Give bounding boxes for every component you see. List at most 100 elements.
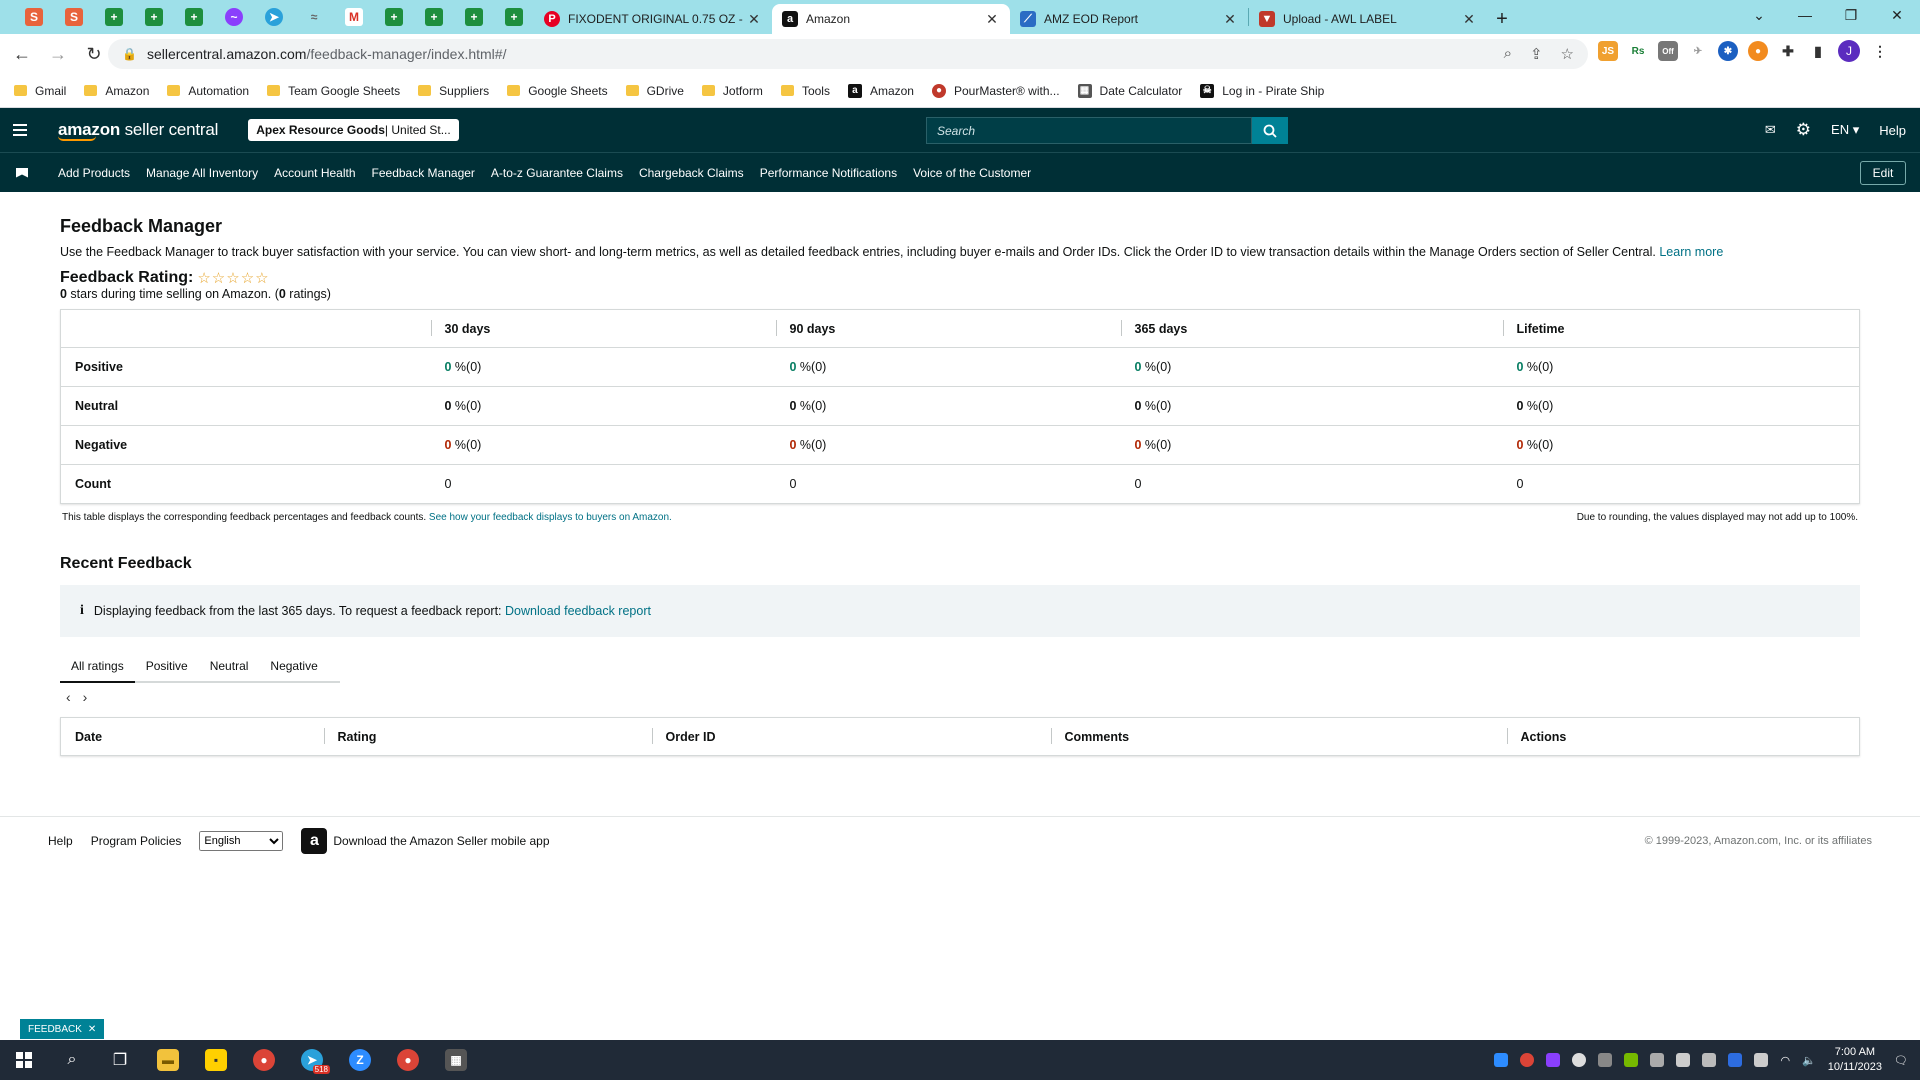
gear-icon[interactable]: ⚙ [1796, 120, 1811, 140]
nvidia-icon[interactable] [1624, 1053, 1639, 1067]
windows-start-icon[interactable] [0, 1040, 48, 1080]
pinned-tab-sheets-3[interactable]: + [174, 0, 214, 34]
side-panel-icon[interactable]: ▮ [1808, 41, 1828, 61]
bookmark-folder[interactable]: Suppliers [418, 84, 489, 98]
minimize-icon[interactable]: — [1782, 0, 1828, 30]
bluetooth-tray-icon[interactable] [1728, 1053, 1743, 1067]
nav-link-add-products[interactable]: Add Products [58, 166, 130, 180]
close-tab-icon[interactable]: ✕ [746, 11, 762, 28]
address-bar[interactable]: 🔒 sellercentral.amazon.com/feedback-mana… [108, 39, 1588, 69]
feedback-display-link[interactable]: See how your feedback displays to buyers… [429, 512, 672, 523]
new-tab-button[interactable]: + [1487, 4, 1517, 34]
bookmark-link[interactable]: ● PourMaster® with... [931, 83, 1060, 98]
feedback-widget-button[interactable]: FEEDBACK ✕ [20, 1019, 105, 1039]
close-window-icon[interactable]: ✕ [1874, 0, 1920, 30]
pinned-tab-telegram[interactable]: ➤ [254, 0, 294, 34]
bookmark-link[interactable]: a Amazon [847, 83, 914, 98]
language-selector[interactable]: EN ▾ [1831, 122, 1859, 138]
program-policies-link[interactable]: Program Policies [91, 834, 182, 848]
pinned-tab-messenger[interactable]: ~ [214, 0, 254, 34]
hamburger-menu-icon[interactable] [0, 124, 40, 136]
chrome-icon[interactable]: ● [240, 1040, 288, 1080]
language-select[interactable]: English [199, 830, 284, 851]
microphone-icon[interactable] [1676, 1053, 1691, 1067]
edit-nav-button[interactable]: Edit [1860, 161, 1906, 185]
nav-link-voice-of-customer[interactable]: Voice of the Customer [913, 166, 1031, 180]
rs-extension-icon[interactable]: Rs [1628, 41, 1648, 61]
flight-extension-icon[interactable]: ✈ [1688, 41, 1708, 61]
nav-link-a-to-z-claims[interactable]: A-to-z Guarantee Claims [491, 166, 623, 180]
battery-icon[interactable] [1754, 1053, 1769, 1067]
nav-link-account-health[interactable]: Account Health [274, 166, 355, 180]
bookmark-folder[interactable]: Amazon [84, 84, 149, 98]
nav-link-manage-inventory[interactable]: Manage All Inventory [146, 166, 258, 180]
orange-extension-icon[interactable]: ● [1748, 41, 1768, 61]
browser-tab[interactable]: P FIXODENT ORIGINAL 0.75 OZ - ✕ [534, 4, 772, 34]
bookmark-folder[interactable]: Jotform [701, 84, 763, 98]
close-tab-icon[interactable]: ✕ [984, 11, 1000, 28]
volume-icon[interactable]: 🔈 [1802, 1054, 1816, 1067]
bookmark-link[interactable]: ▦ Date Calculator [1077, 83, 1182, 98]
usb-tray-icon[interactable] [1650, 1053, 1665, 1067]
close-tab-icon[interactable]: ✕ [1222, 11, 1238, 28]
task-view-icon[interactable]: ❐ [96, 1040, 144, 1080]
forward-icon[interactable]: → [44, 40, 72, 68]
notifications-icon[interactable]: 🗨 [1894, 1054, 1908, 1067]
nav-link-feedback-manager[interactable]: Feedback Manager [372, 166, 475, 180]
off-extension-icon[interactable]: Off [1658, 41, 1678, 61]
bookmark-star-icon[interactable]: ☆ [1561, 45, 1574, 63]
bookmark-folder[interactable]: Team Google Sheets [267, 84, 400, 98]
bookmark-folder[interactable]: Gmail [14, 84, 66, 98]
bookmark-folder[interactable]: Tools [780, 84, 830, 98]
globe-extension-icon[interactable]: ✱ [1718, 41, 1738, 61]
browser-tab[interactable]: ⟋ AMZ EOD Report ✕ [1010, 4, 1248, 34]
share-icon[interactable]: ⇪ [1530, 45, 1543, 63]
display-tray-icon[interactable] [1702, 1053, 1717, 1067]
sticky-notes-icon[interactable]: ▪ [192, 1040, 240, 1080]
menu-kebab-icon[interactable]: ⋮ [1870, 41, 1890, 61]
chrome-tray-icon[interactable] [1520, 1053, 1535, 1067]
pinned-tab-sheets-1[interactable]: + [94, 0, 134, 34]
tab-neutral[interactable]: Neutral [199, 649, 260, 681]
chevron-left-icon[interactable]: ‹ [66, 689, 71, 705]
learn-more-link[interactable]: Learn more [1659, 245, 1723, 259]
column-header-order-id[interactable]: Order ID [651, 718, 1051, 756]
puzzle-extensions-icon[interactable]: ✚ [1778, 41, 1798, 61]
seller-central-logo[interactable]: amazon seller central [58, 120, 218, 141]
calculator-icon[interactable]: ▦ [432, 1040, 480, 1080]
js-extension-icon[interactable]: JS [1598, 41, 1618, 61]
nav-link-performance-notifications[interactable]: Performance Notifications [760, 166, 897, 180]
close-tab-icon[interactable]: ✕ [1461, 11, 1477, 28]
bookmark-icon[interactable] [16, 167, 28, 178]
device-tray-icon[interactable] [1598, 1053, 1613, 1067]
pinned-tab-shopping[interactable]: S [14, 0, 54, 34]
zoom-icon[interactable]: ⌕ [1504, 45, 1512, 63]
footer-help-link[interactable]: Help [48, 834, 73, 848]
seller-app-icon[interactable]: a [301, 827, 328, 854]
column-header-rating[interactable]: Rating [323, 718, 652, 756]
wifi-icon[interactable]: ◠ [1780, 1054, 1790, 1067]
bookmark-folder[interactable]: GDrive [625, 84, 684, 98]
tab-all-ratings[interactable]: All ratings [60, 649, 135, 683]
zoom-tray-icon[interactable] [1494, 1053, 1509, 1067]
back-icon[interactable]: ← [8, 40, 36, 68]
download-app-link[interactable]: Download the Amazon Seller mobile app [333, 834, 549, 848]
clock[interactable]: 7:00 AM 10/11/2023 [1828, 1045, 1882, 1075]
bookmark-folder[interactable]: Google Sheets [507, 84, 608, 98]
pinned-tab-shopping-2[interactable]: S [54, 0, 94, 34]
profile-avatar[interactable]: J [1838, 40, 1860, 62]
chevron-right-icon[interactable]: › [83, 689, 88, 705]
pinned-tab-sheets-2[interactable]: + [134, 0, 174, 34]
onedrive-icon[interactable] [1572, 1053, 1587, 1067]
column-header-date[interactable]: Date [61, 718, 324, 756]
pinned-tab-gmail[interactable]: M [334, 0, 374, 34]
mail-icon[interactable]: ✉ [1765, 122, 1776, 138]
browser-tab-active[interactable]: a Amazon ✕ [772, 4, 1010, 34]
reload-icon[interactable]: ↻ [80, 40, 108, 68]
pen-tray-icon[interactable] [1546, 1053, 1561, 1067]
tab-positive[interactable]: Positive [135, 649, 199, 681]
tab-search-icon[interactable]: ⌄ [1736, 0, 1782, 30]
pinned-tab-sheets-6[interactable]: + [454, 0, 494, 34]
pinned-tab-sheets-4[interactable]: + [374, 0, 414, 34]
tab-negative[interactable]: Negative [259, 649, 328, 681]
